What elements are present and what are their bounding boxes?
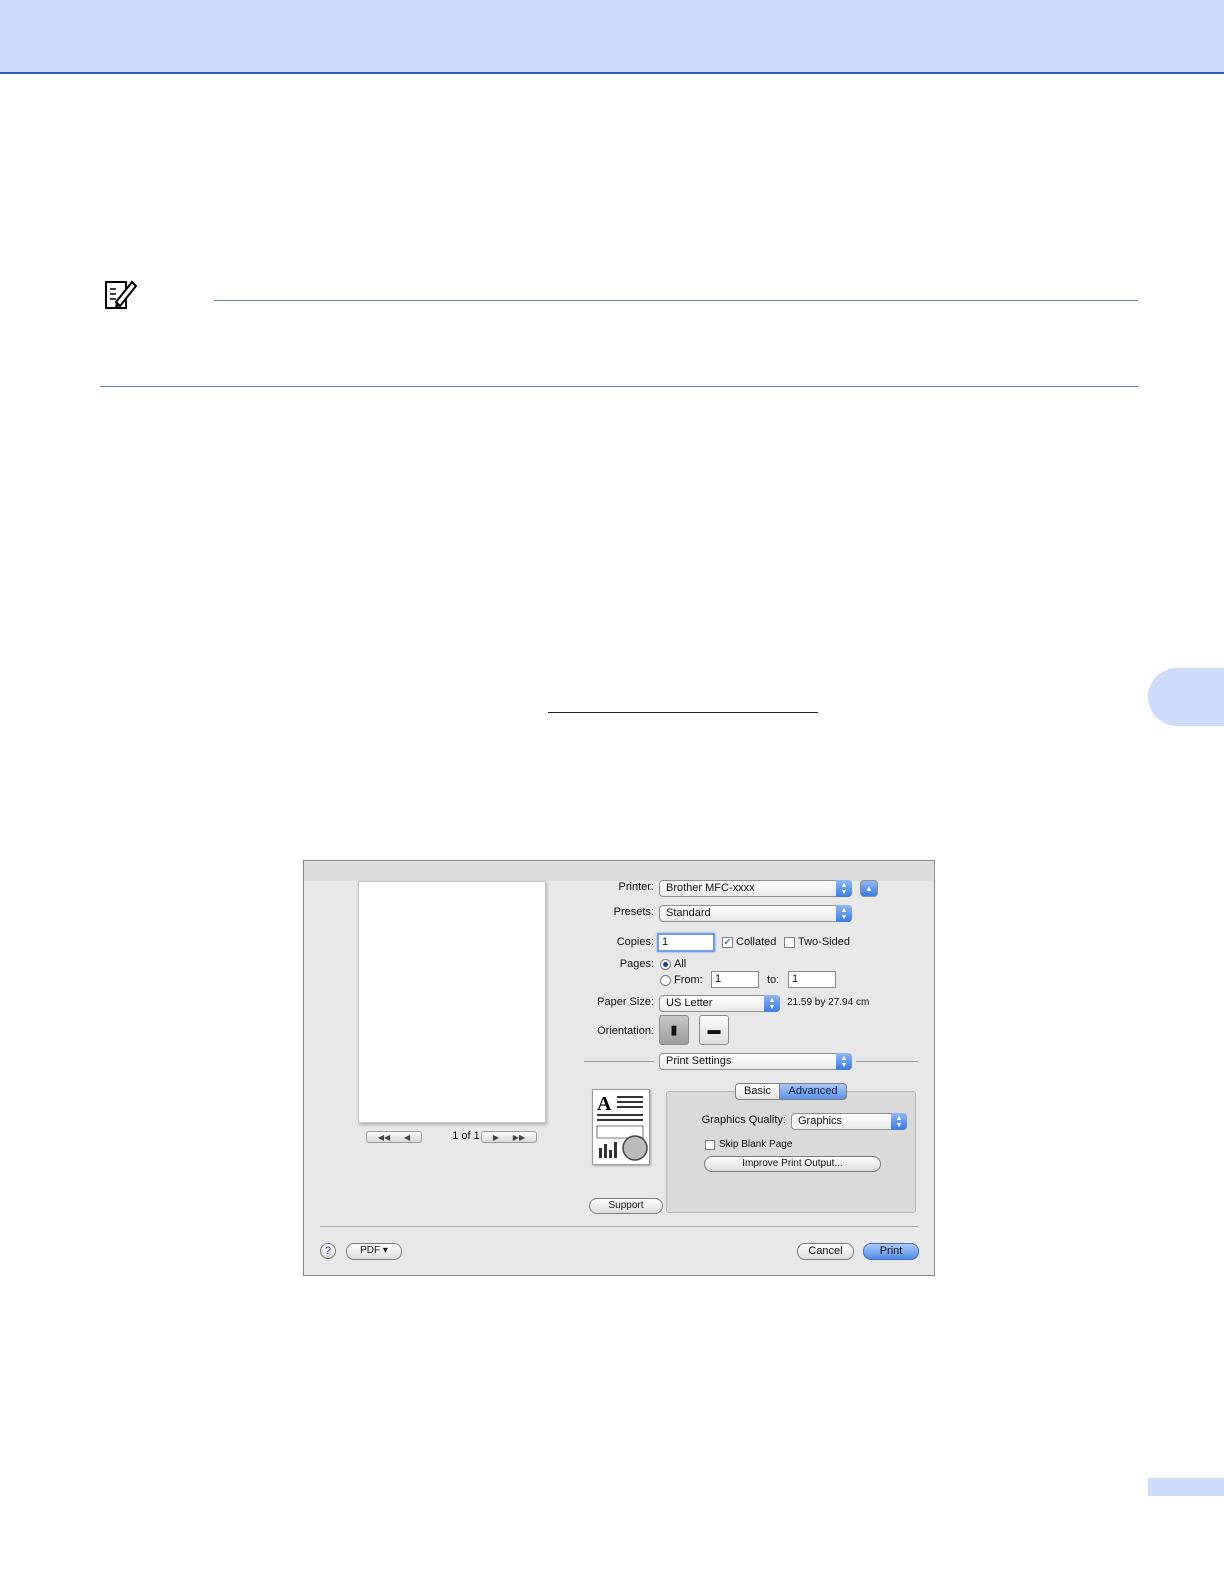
pager-forward-buttons[interactable]: ▶ ▶▶ [481, 1131, 537, 1143]
next-page-icon[interactable]: ▶ [493, 1133, 499, 1142]
copies-label: Copies: [616, 936, 654, 948]
pages-to-text: to: [767, 974, 780, 986]
separator-right [856, 1061, 918, 1062]
disclosure-up-icon: ▲ [865, 884, 873, 893]
note-pencil-icon [105, 280, 138, 309]
chapter-tab [1148, 668, 1224, 726]
graphics-quality-value: Graphics [798, 1115, 843, 1127]
printer-popup[interactable]: Brother MFC-xxxx ▲ ▼ [659, 880, 852, 897]
footer-separator [320, 1226, 918, 1227]
collated-checkbox[interactable]: ✓ [722, 937, 733, 948]
print-button[interactable]: Print [863, 1243, 919, 1260]
help-icon: ? [324, 1245, 332, 1257]
paper-dimensions: 21.59 by 27.94 cm [787, 997, 870, 1008]
improve-print-output-button[interactable]: Improve Print Output... [704, 1156, 881, 1172]
print-quality-illustration: A [592, 1089, 650, 1165]
printer-value: Brother MFC-xxxx [666, 882, 755, 894]
paper-size-popup[interactable]: US Letter ▲ ▼ [659, 995, 780, 1012]
pages-label: Pages: [619, 958, 654, 970]
two-sided-checkbox[interactable] [784, 937, 795, 948]
orientation-label: Orientation: [597, 1025, 654, 1037]
prev-page-icon[interactable]: ◀ [404, 1133, 410, 1142]
tab-basic[interactable]: Basic [735, 1083, 780, 1100]
skip-blank-label: Skip Blank Page [719, 1139, 793, 1150]
pages-all-radio[interactable] [660, 959, 671, 970]
graphics-quality-popup[interactable]: Graphics ▲ ▼ [791, 1113, 907, 1130]
last-page-icon[interactable]: ▶▶ [513, 1133, 525, 1142]
skip-blank-checkbox[interactable] [705, 1140, 715, 1150]
support-button[interactable]: Support [589, 1198, 663, 1214]
panel-popup[interactable]: Print Settings ▲ ▼ [659, 1053, 852, 1070]
page-number-tab [1148, 1478, 1224, 1496]
popup-arrows-icon: ▲ ▼ [836, 905, 852, 922]
page-header-band [0, 0, 1224, 74]
pdf-menu-button[interactable]: PDF ▾ [346, 1243, 402, 1260]
copies-field[interactable]: 1 [657, 933, 715, 952]
graphics-quality-label: Graphics Quality: [701, 1114, 786, 1126]
separator-left [584, 1061, 654, 1062]
portrait-icon: ▮ [670, 1022, 678, 1037]
two-sided-label: Two-Sided [798, 936, 850, 948]
dialog-titlebar [304, 861, 934, 881]
note-rule-top [214, 300, 1138, 301]
svg-text:A: A [597, 1093, 612, 1115]
cancel-button[interactable]: Cancel [797, 1243, 854, 1260]
collapse-details-button[interactable]: ▲ [860, 880, 878, 897]
popup-arrows-icon: ▲ ▼ [764, 995, 780, 1012]
popup-arrows-icon: ▲ ▼ [836, 1053, 852, 1070]
pages-from-label: From: [674, 974, 703, 986]
pages-from-field[interactable]: 1 [711, 971, 759, 988]
print-dialog: ◀◀ ◀ 1 of 1 ▶ ▶▶ Printer: Brother MFC-xxxx… [303, 860, 935, 1276]
paper-size-label: Paper Size: [597, 996, 654, 1008]
paper-size-value: US Letter [666, 997, 713, 1009]
note-rule-bottom [100, 386, 1138, 387]
portrait-orientation-button[interactable]: ▮ [659, 1015, 689, 1045]
print-preview [358, 881, 546, 1123]
popup-arrows-icon: ▲ ▼ [891, 1113, 907, 1130]
presets-popup[interactable]: Standard ▲ ▼ [659, 905, 852, 922]
landscape-icon: ▬ [707, 1022, 721, 1037]
link-underline[interactable] [548, 712, 818, 713]
settings-panel [666, 1091, 916, 1213]
collated-label: Collated [736, 936, 777, 948]
panel-popup-value: Print Settings [666, 1055, 732, 1067]
pages-all-label: All [674, 958, 687, 970]
pager-back-buttons[interactable]: ◀◀ ◀ [366, 1131, 422, 1143]
help-button[interactable]: ? [320, 1243, 336, 1259]
tab-advanced[interactable]: Advanced [779, 1083, 847, 1100]
presets-value: Standard [666, 907, 711, 919]
landscape-orientation-button[interactable]: ▬ [699, 1015, 729, 1045]
first-page-icon[interactable]: ◀◀ [378, 1133, 390, 1142]
printer-label: Printer: [618, 881, 654, 893]
pages-from-radio[interactable] [660, 975, 671, 986]
popup-arrows-icon: ▲ ▼ [836, 880, 852, 897]
presets-label: Presets: [613, 906, 654, 918]
pages-to-field[interactable]: 1 [788, 971, 836, 988]
quality-sample-icon: A [596, 1093, 648, 1161]
